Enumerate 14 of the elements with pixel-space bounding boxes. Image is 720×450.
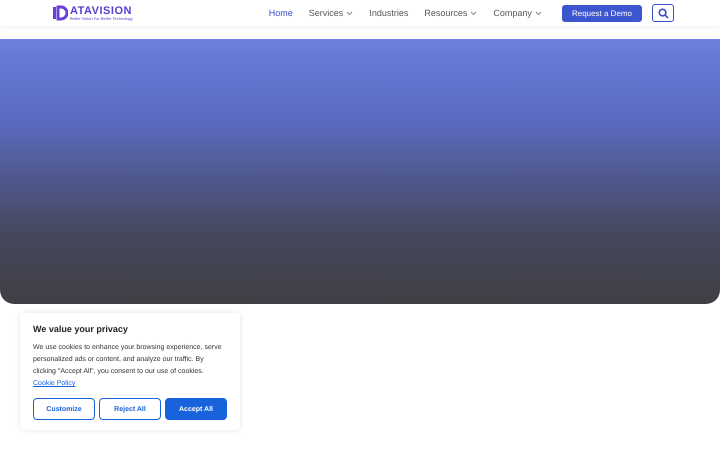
nav-link[interactable]: Home — [268, 8, 293, 18]
logo-mark-icon — [52, 5, 68, 21]
cookie-title: We value your privacy — [33, 324, 129, 334]
nav-link[interactable]: Services — [308, 8, 354, 18]
logo-wordmark: ATAVISION — [70, 6, 133, 16]
search-button[interactable] — [652, 4, 674, 22]
caret-icon — [346, 10, 354, 16]
nav-link[interactable]: Resources — [424, 8, 478, 18]
nav-link[interactable]: Industries — [369, 8, 408, 18]
search-icon — [658, 8, 668, 18]
caret-icon — [534, 10, 542, 16]
request-demo-button[interactable]: Request a Demo — [562, 4, 642, 22]
nav-link[interactable]: Company — [493, 8, 542, 18]
caret-icon — [470, 10, 478, 16]
